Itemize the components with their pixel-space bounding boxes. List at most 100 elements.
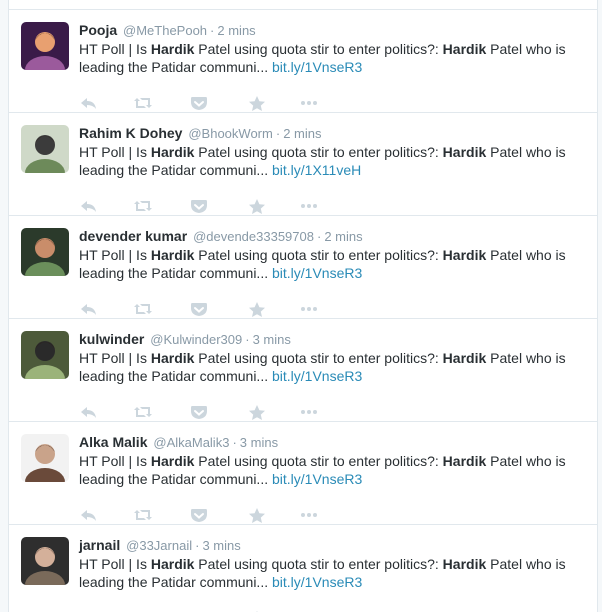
- user-name[interactable]: Alka Malik: [79, 434, 147, 450]
- tweet-timestamp[interactable]: 2 mins: [217, 23, 255, 38]
- separator-dot: ·: [245, 332, 250, 347]
- highlighted-keyword: Hardik: [150, 453, 195, 469]
- reply-icon[interactable]: [79, 94, 99, 112]
- tweet-timestamp[interactable]: 3 mins: [202, 538, 240, 553]
- tweet-text: HT Poll | Is Hardik Patel using quota st…: [79, 143, 589, 179]
- tweet-text-segment: HT Poll | Is: [79, 350, 151, 366]
- tweet-header: Rahim K Dohey @BhookWorm · 2 mins: [79, 123, 589, 143]
- timeline-top-edge: [9, 0, 597, 10]
- favorite-star-icon[interactable]: [247, 94, 267, 112]
- separator-dot: ·: [210, 23, 215, 38]
- tweet[interactable]: Alka Malik @AlkaMalik3 · 3 mins HT Poll | I…: [9, 422, 597, 525]
- tweet-link[interactable]: bit.ly/1VnseR3: [272, 471, 362, 487]
- reply-icon[interactable]: [79, 506, 99, 524]
- avatar[interactable]: [21, 434, 69, 482]
- tweet-text: HT Poll | Is Hardik Patel using quota st…: [79, 555, 589, 591]
- retweet-icon[interactable]: [133, 94, 153, 112]
- tweet-link[interactable]: bit.ly/1VnseR3: [272, 368, 362, 384]
- tweet-text-segment: HT Poll | Is: [79, 144, 151, 160]
- tweet-header: kulwinder @Kulwinder309 · 3 mins: [79, 329, 589, 349]
- tweet-content: Pooja @MeThePooh · 2 mins HT Poll | Is Hard…: [79, 20, 589, 111]
- tweet-timestamp[interactable]: 3 mins: [240, 435, 278, 450]
- highlighted-keyword: Hardik: [442, 144, 487, 160]
- highlighted-keyword: Hardik: [150, 41, 195, 57]
- user-name[interactable]: Rahim K Dohey: [79, 125, 182, 141]
- pocket-icon[interactable]: [189, 300, 209, 318]
- favorite-star-icon[interactable]: [247, 403, 267, 421]
- tweet[interactable]: Rahim K Dohey @BhookWorm · 2 mins HT Poll |…: [9, 113, 597, 216]
- tweet-content: kulwinder @Kulwinder309 · 3 mins HT Poll | …: [79, 329, 589, 420]
- retweet-icon[interactable]: [133, 300, 153, 318]
- user-name[interactable]: Pooja: [79, 22, 117, 38]
- highlighted-keyword: Hardik: [150, 556, 195, 572]
- tweet-header: Pooja @MeThePooh · 2 mins: [79, 20, 589, 40]
- reply-icon[interactable]: [79, 197, 99, 215]
- tweet-text-segment: Patel using quota stir to enter politics…: [194, 556, 443, 572]
- reply-icon[interactable]: [79, 403, 99, 421]
- avatar[interactable]: [21, 331, 69, 379]
- user-name[interactable]: kulwinder: [79, 331, 144, 347]
- highlighted-keyword: Hardik: [442, 41, 487, 57]
- highlighted-keyword: Hardik: [442, 350, 487, 366]
- tweet-text: HT Poll | Is Hardik Patel using quota st…: [79, 452, 589, 488]
- tweet-link[interactable]: bit.ly/1VnseR3: [272, 265, 362, 281]
- user-handle[interactable]: @33Jarnail: [126, 538, 192, 553]
- tweet-content: jarnail @33Jarnail · 3 mins HT Poll | Is Ha…: [79, 535, 589, 612]
- pocket-icon[interactable]: [189, 403, 209, 421]
- pocket-icon[interactable]: [189, 94, 209, 112]
- tweet-text-segment: Patel using quota stir to enter politics…: [194, 453, 443, 469]
- tweet-link[interactable]: bit.ly/1X11veH: [272, 162, 361, 178]
- user-handle[interactable]: @AlkaMalik3: [153, 435, 229, 450]
- more-icon[interactable]: [299, 300, 319, 318]
- tweet-header: devender kumar @devende33359708 · 2 mins: [79, 226, 589, 246]
- more-icon[interactable]: [299, 197, 319, 215]
- tweet-link[interactable]: bit.ly/1VnseR3: [272, 59, 362, 75]
- user-handle[interactable]: @devende33359708: [193, 229, 314, 244]
- avatar[interactable]: [21, 228, 69, 276]
- highlighted-keyword: Hardik: [442, 453, 487, 469]
- tweet-text: HT Poll | Is Hardik Patel using quota st…: [79, 40, 589, 76]
- favorite-star-icon[interactable]: [247, 300, 267, 318]
- favorite-star-icon[interactable]: [247, 197, 267, 215]
- tweet-list: Pooja @MeThePooh · 2 mins HT Poll | Is Hard…: [9, 10, 597, 612]
- tweet-header: jarnail @33Jarnail · 3 mins: [79, 535, 589, 555]
- user-handle[interactable]: @Kulwinder309: [150, 332, 242, 347]
- tweet-timeline: Pooja @MeThePooh · 2 mins HT Poll | Is Hard…: [8, 0, 598, 612]
- reply-icon[interactable]: [79, 300, 99, 318]
- pocket-icon[interactable]: [189, 197, 209, 215]
- more-icon[interactable]: [299, 506, 319, 524]
- highlighted-keyword: Hardik: [150, 350, 195, 366]
- tweet-timestamp[interactable]: 3 mins: [253, 332, 291, 347]
- tweet[interactable]: devender kumar @devende33359708 · 2 mins HT…: [9, 216, 597, 319]
- separator-dot: ·: [275, 126, 281, 141]
- tweet-content: devender kumar @devende33359708 · 2 mins HT…: [79, 226, 589, 317]
- retweet-icon[interactable]: [133, 197, 153, 215]
- tweet-text-segment: Patel using quota stir to enter politics…: [194, 41, 443, 57]
- pocket-icon[interactable]: [189, 506, 209, 524]
- tweet[interactable]: jarnail @33Jarnail · 3 mins HT Poll | Is Ha…: [9, 525, 597, 612]
- avatar[interactable]: [21, 22, 69, 70]
- tweet-text-segment: Patel using quota stir to enter politics…: [194, 350, 443, 366]
- more-icon[interactable]: [299, 94, 319, 112]
- tweet[interactable]: Pooja @MeThePooh · 2 mins HT Poll | Is Hard…: [9, 10, 597, 113]
- highlighted-keyword: Hardik: [150, 247, 195, 263]
- tweet[interactable]: kulwinder @Kulwinder309 · 3 mins HT Poll | …: [9, 319, 597, 422]
- tweet-link[interactable]: bit.ly/1VnseR3: [272, 574, 362, 590]
- retweet-icon[interactable]: [133, 506, 153, 524]
- highlighted-keyword: Hardik: [442, 247, 487, 263]
- user-name[interactable]: devender kumar: [79, 228, 187, 244]
- user-name[interactable]: jarnail: [79, 537, 120, 553]
- avatar[interactable]: [21, 537, 69, 585]
- tweet-text-segment: Patel using quota stir to enter politics…: [194, 247, 443, 263]
- tweet-header: Alka Malik @AlkaMalik3 · 3 mins: [79, 432, 589, 452]
- retweet-icon[interactable]: [133, 403, 153, 421]
- avatar[interactable]: [21, 125, 69, 173]
- more-icon[interactable]: [299, 403, 319, 421]
- highlighted-keyword: Hardik: [442, 556, 487, 572]
- tweet-text-segment: HT Poll | Is: [79, 556, 151, 572]
- tweet-timestamp[interactable]: 2 mins: [324, 229, 362, 244]
- user-handle[interactable]: @MeThePooh: [123, 23, 207, 38]
- user-handle[interactable]: @BhookWorm: [188, 126, 272, 141]
- favorite-star-icon[interactable]: [247, 506, 267, 524]
- tweet-timestamp[interactable]: 2 mins: [283, 126, 321, 141]
